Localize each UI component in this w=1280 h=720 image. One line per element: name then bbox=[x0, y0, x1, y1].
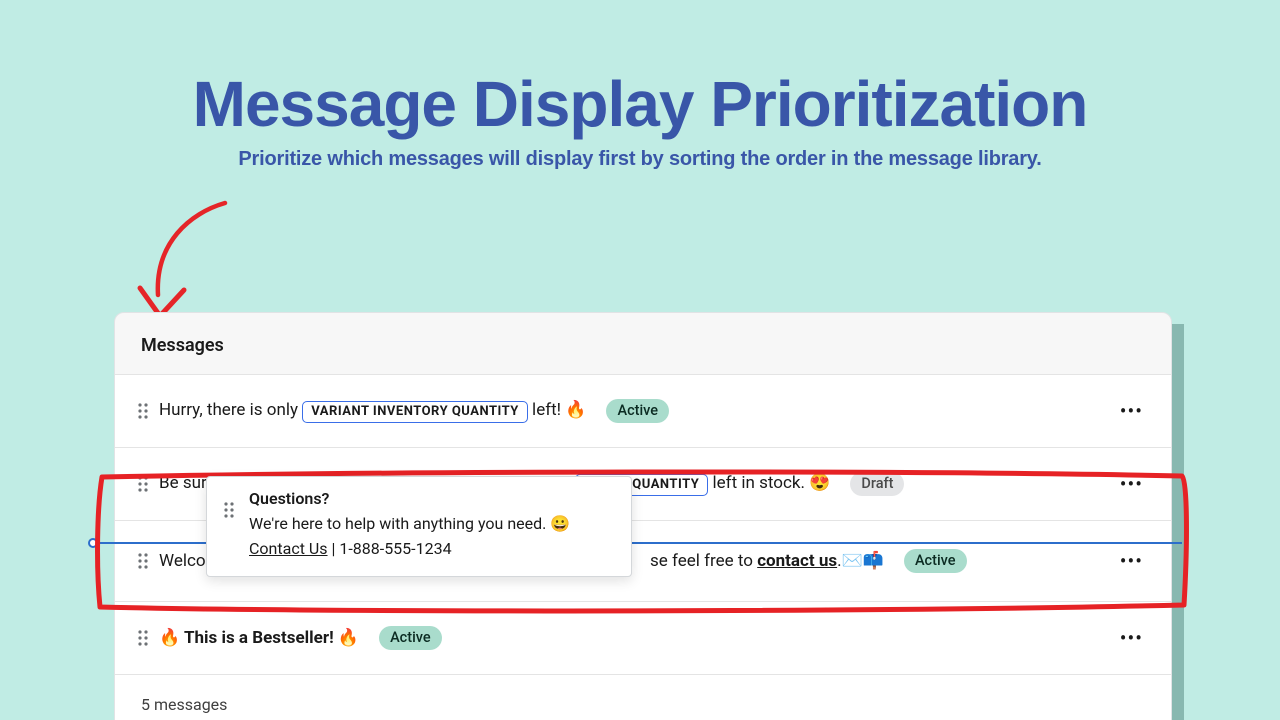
drag-card-title: Questions? bbox=[249, 489, 329, 508]
variable-tag: VARIANT INVENTORY QUANTITY bbox=[302, 401, 528, 423]
drag-handle-icon[interactable] bbox=[137, 552, 149, 570]
message-text: 🔥 This is a Bestseller! 🔥 bbox=[159, 628, 359, 648]
status-badge: Draft bbox=[850, 472, 904, 496]
drag-handle-icon[interactable] bbox=[137, 402, 149, 420]
more-actions-icon[interactable]: ••• bbox=[1114, 468, 1149, 500]
drag-card-body: We're here to help with anything you nee… bbox=[223, 512, 615, 562]
message-text: Hurry, there is only VARIANT INVENTORY Q… bbox=[159, 400, 586, 423]
message-row[interactable]: Hurry, there is only VARIANT INVENTORY Q… bbox=[115, 375, 1171, 448]
status-badge: Active bbox=[904, 549, 967, 573]
status-badge: Active bbox=[606, 399, 669, 423]
drag-handle-icon[interactable] bbox=[137, 629, 149, 647]
annotation-arrow-icon bbox=[130, 198, 240, 328]
contact-us-link[interactable]: contact us bbox=[757, 551, 837, 571]
page-title: Message Display Prioritization bbox=[0, 72, 1280, 136]
page-subtitle: Prioritize which messages will display f… bbox=[0, 148, 1280, 171]
more-actions-icon[interactable]: ••• bbox=[1114, 545, 1149, 577]
status-badge: Active bbox=[379, 626, 442, 650]
phone-number: 1-888-555-1234 bbox=[339, 539, 451, 558]
dragging-message-card[interactable]: Questions? We're here to help with anyth… bbox=[206, 476, 632, 577]
drag-handle-icon[interactable] bbox=[223, 501, 235, 519]
more-actions-icon[interactable]: ••• bbox=[1114, 395, 1149, 427]
panel-footer-count: 5 messages bbox=[115, 675, 1171, 720]
contact-us-link[interactable]: Contact Us bbox=[249, 539, 328, 558]
message-row[interactable]: 🔥 This is a Bestseller! 🔥 Active ••• bbox=[115, 602, 1171, 675]
more-actions-icon[interactable]: ••• bbox=[1114, 622, 1149, 654]
drag-handle-icon[interactable] bbox=[137, 475, 149, 493]
panel-header: Messages bbox=[115, 313, 1171, 375]
